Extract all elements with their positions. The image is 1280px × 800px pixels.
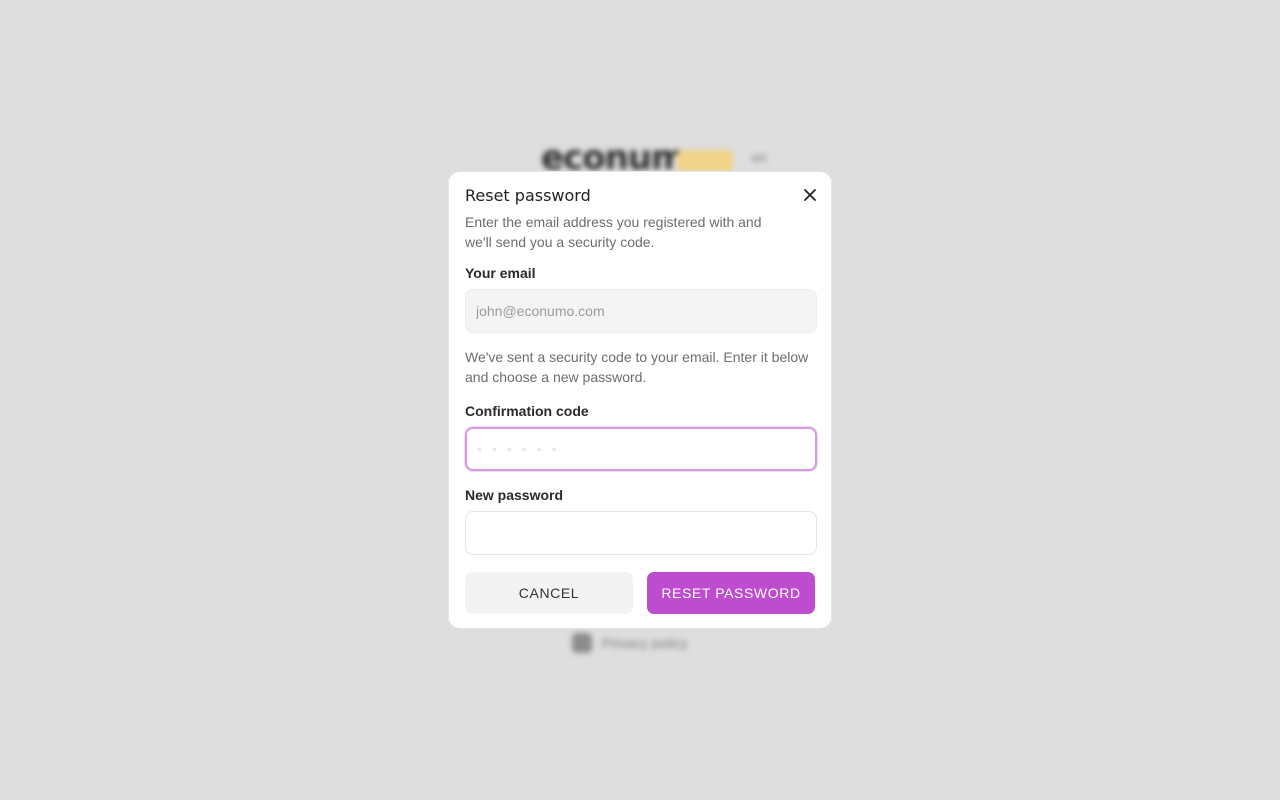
email-field[interactable] — [465, 289, 817, 333]
logo-badge — [677, 150, 734, 172]
confirmation-code-input[interactable] — [465, 427, 817, 471]
reset-password-button[interactable]: RESET PASSWORD — [647, 572, 815, 614]
dialog-actions: CANCEL RESET PASSWORD — [465, 572, 815, 614]
language-switch: en — [752, 150, 767, 165]
confirmation-code-label: Confirmation code — [465, 403, 589, 419]
new-password-input[interactable] — [465, 511, 817, 555]
reset-password-dialog: Reset password Enter the email address y… — [448, 171, 832, 629]
dialog-title: Reset password — [465, 186, 591, 205]
shield-icon — [572, 633, 592, 653]
code-sent-message: We've sent a security code to your email… — [465, 349, 809, 385]
footer-link: Privacy policy — [572, 633, 688, 653]
cancel-button[interactable]: CANCEL — [465, 572, 633, 614]
dialog-description: Enter the email address you registered w… — [465, 214, 762, 250]
new-password-label: New password — [465, 487, 564, 503]
close-button[interactable] — [799, 184, 821, 206]
footer-link-label: Privacy policy — [602, 635, 688, 651]
close-icon — [804, 189, 816, 201]
email-label: Your email — [465, 265, 536, 281]
